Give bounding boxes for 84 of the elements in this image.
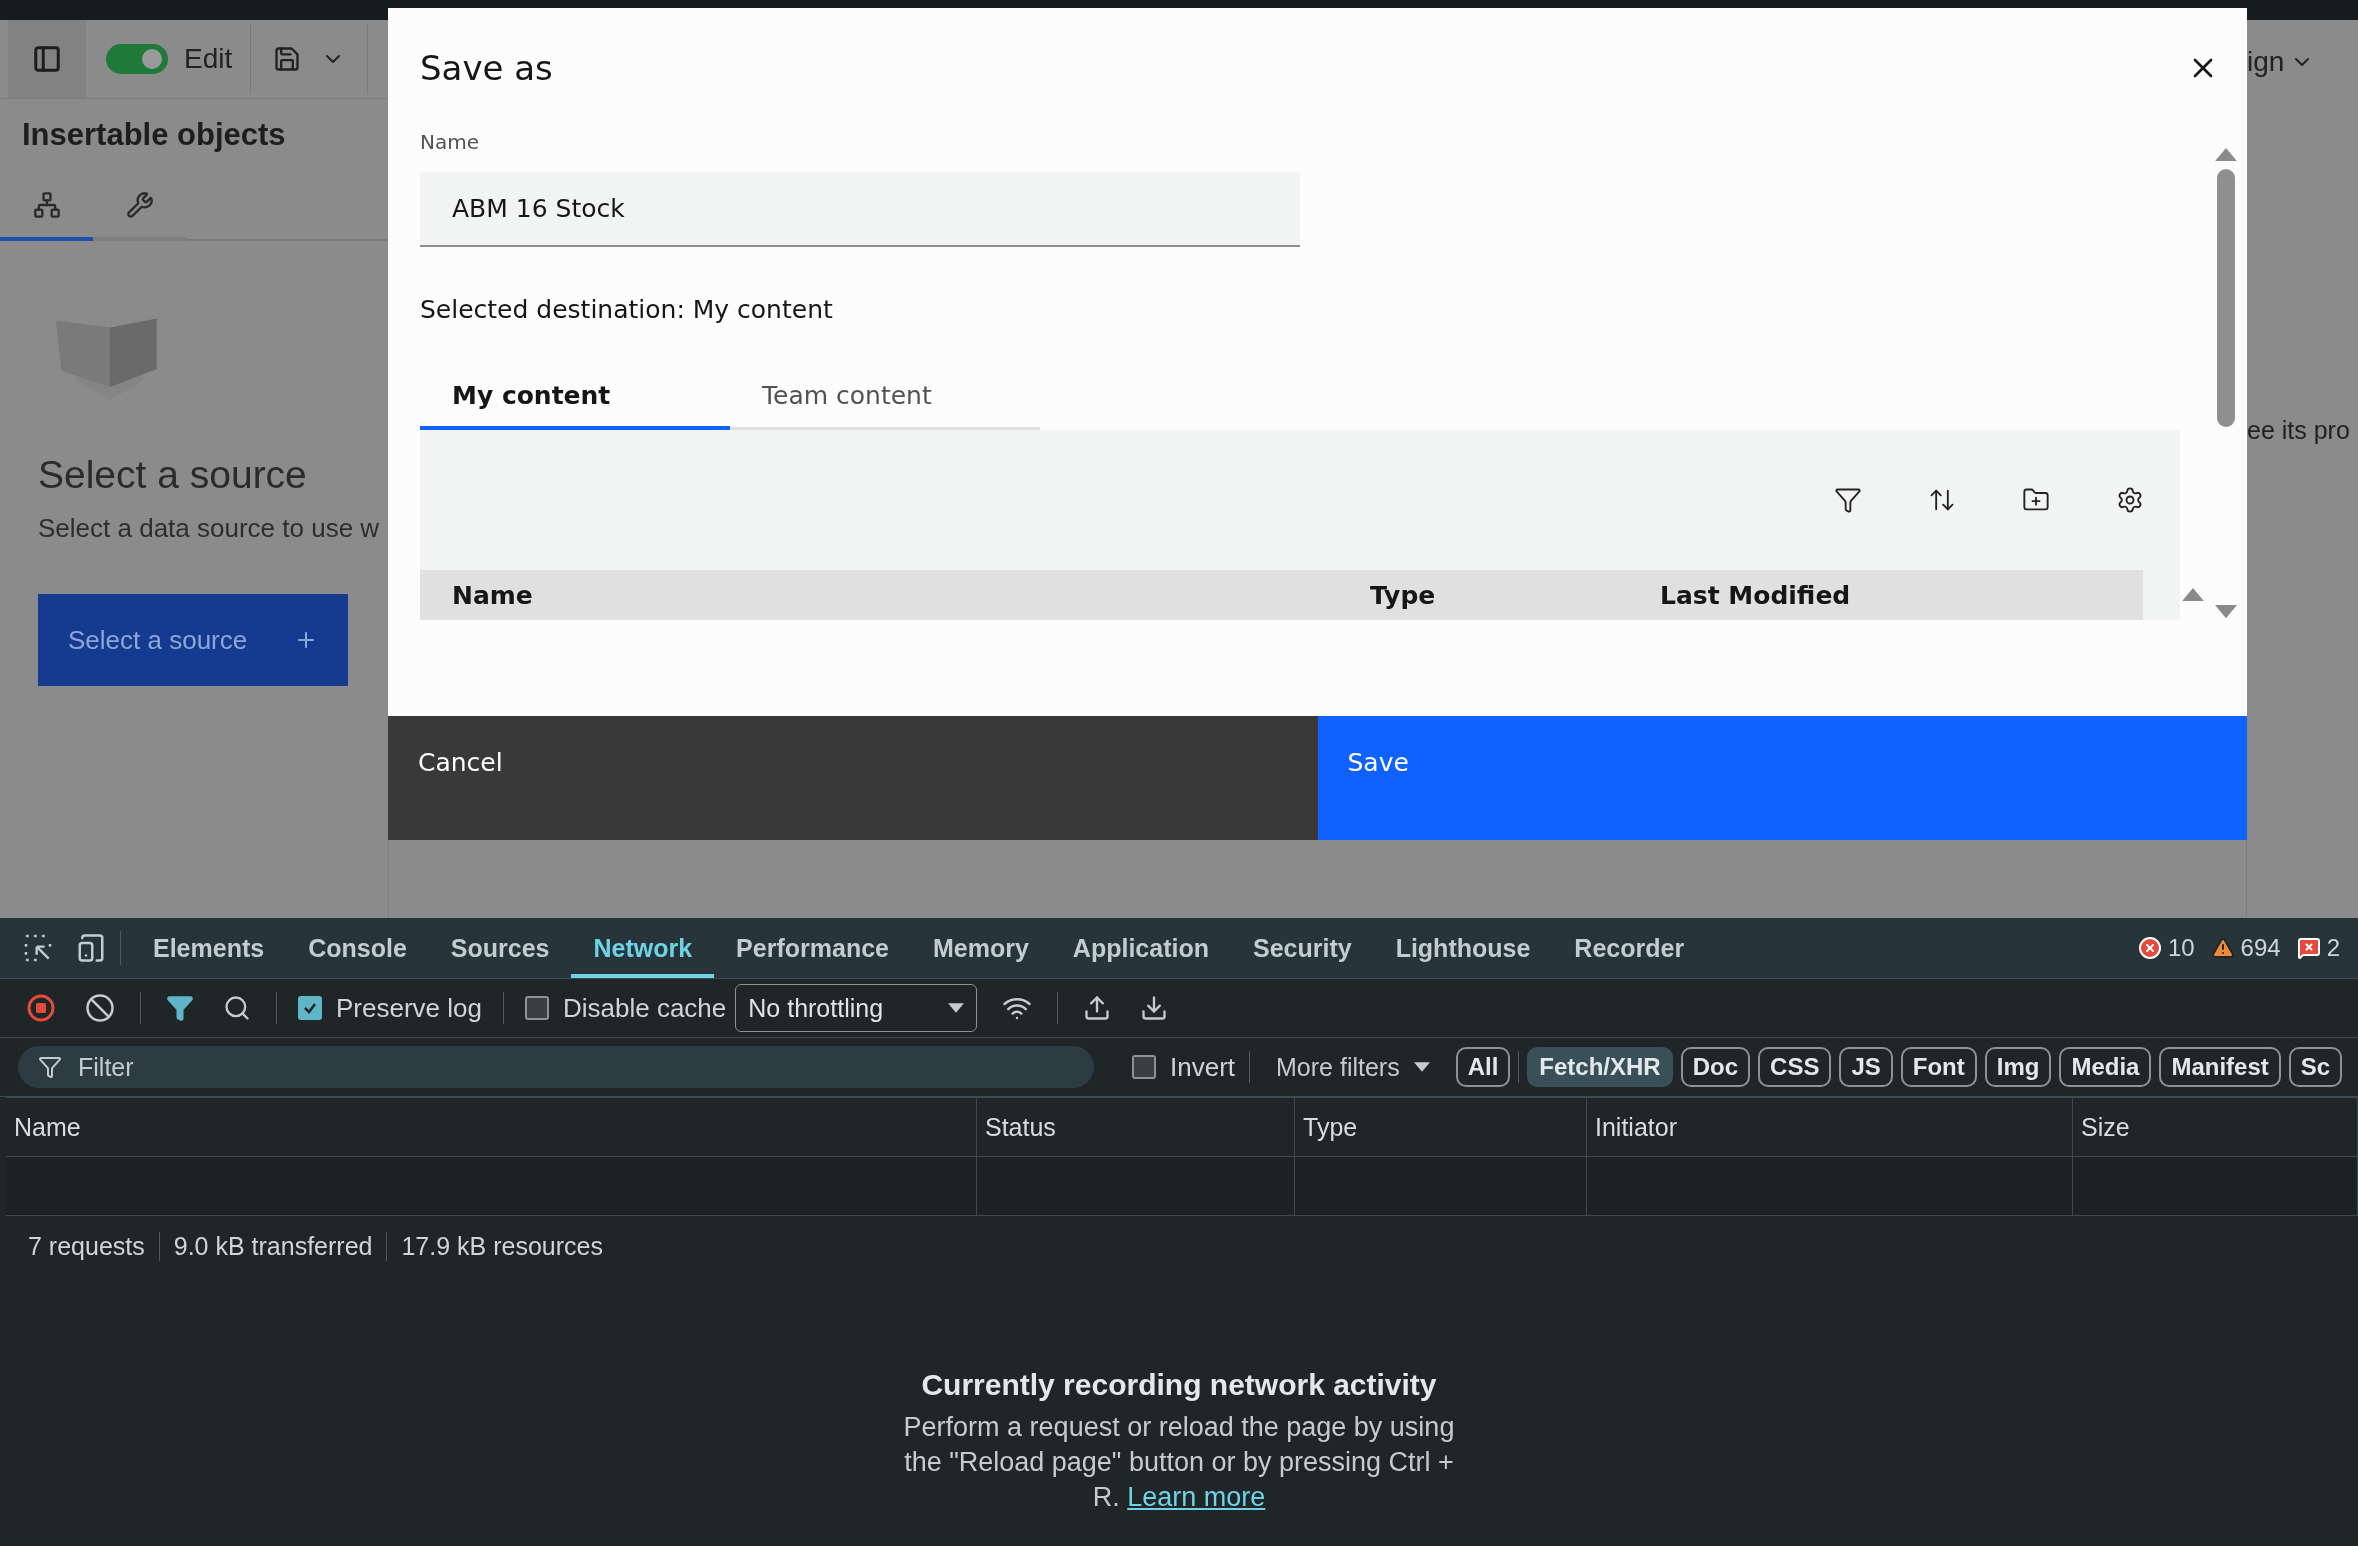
menu-button[interactable]: ign [2247,46,2358,78]
type-filter-chip[interactable]: Manifest [2159,1047,2281,1087]
summary-text: 7 requests [28,1231,146,1261]
filter-icon [1834,486,1862,514]
column-header[interactable]: Name [420,580,1370,610]
clear-icon [85,993,115,1023]
checkbox[interactable] [298,996,322,1020]
devtools-tab[interactable]: Lighthouse [1373,918,1553,978]
scrollbar-thumb[interactable] [2217,169,2236,428]
devtools-tab[interactable]: Security [1230,918,1374,978]
edit-label: Edit [184,43,233,75]
search-icon [223,994,251,1022]
stop-recording-icon [26,993,56,1023]
type-filter-chip[interactable]: All [1455,1047,1511,1087]
issue-icon [2296,936,2321,960]
upload-icon [1083,994,1112,1022]
warning-icon [2210,936,2235,960]
checkbox-label[interactable]: Preserve log [298,992,482,1024]
issue-count: 2 [2326,934,2340,962]
download-icon [1140,994,1169,1022]
wrench-icon [125,191,154,219]
summary-text: 9.0 kB transferred [158,1231,387,1261]
throttling-select[interactable]: No throttling [735,984,978,1032]
column-header[interactable]: Size [2073,1097,2358,1157]
settings-icon [2116,486,2144,514]
column-header[interactable]: Last Modified [1660,580,2143,610]
type-filter-chip[interactable]: Img [1984,1047,2052,1087]
device-icon [76,933,106,963]
cancel-button[interactable]: Cancel [388,716,1318,840]
type-filter-chip[interactable]: Fetch/XHR [1527,1047,1673,1087]
type-filter-chip[interactable]: CSS [1758,1047,1832,1087]
column-header[interactable]: Initiator [1587,1097,2073,1157]
error-icon [2137,936,2162,960]
devtools-tab[interactable]: Performance [714,918,911,978]
empty-state-title: Select a source [38,453,308,497]
filter-icon [38,1055,62,1079]
type-filter-chip[interactable]: Doc [1680,1047,1751,1087]
learn-more-link[interactable]: Learn more [1127,1482,1266,1512]
checkbox[interactable] [1132,1055,1156,1079]
empty-title: Currently recording network activity [921,1368,1437,1402]
error-count: 10 [2167,934,2195,962]
sidebar-icon [32,44,62,74]
devtools-tab[interactable]: Memory [910,918,1051,978]
warning-count: 694 [2240,934,2281,962]
column-header[interactable]: Type [1295,1097,1587,1157]
caret-icon [1413,1062,1430,1072]
type-filter-chip[interactable]: Font [1900,1047,1977,1087]
column-header[interactable]: Name [6,1097,977,1157]
save-button[interactable]: Save [1317,716,2247,840]
destination-text: Selected destination: My content [420,295,834,324]
devtools-tab[interactable]: Sources [428,918,572,978]
empty-text: Perform a request or reload the page by using the "Reload page" button or by pressing Ctrl + R. Learn more [902,1411,1456,1514]
type-filter-chip[interactable]: Sc [2288,1047,2343,1087]
checkbox-label[interactable]: Invert [1132,1051,1236,1083]
select-source-button[interactable]: Select a source [38,594,348,686]
devtools-tab[interactable]: Console [286,918,429,978]
inspect-icon [22,932,54,964]
devtools-tab[interactable]: Recorder [1552,918,1707,978]
filter-field[interactable]: Filter [18,1046,1094,1088]
edit-toggle[interactable] [106,44,168,74]
filter-icon [166,994,194,1022]
devtools-tab[interactable]: Elements [131,918,287,978]
type-filter-chip[interactable]: Media [2059,1047,2152,1087]
panel-title: Insertable objects [22,117,287,153]
scroll-up-icon[interactable] [2181,588,2204,602]
checkbox-label[interactable]: Disable cache [524,992,727,1024]
scroll-up-icon[interactable] [2215,148,2238,162]
devtools-tab[interactable]: Network [571,918,715,978]
name-field[interactable]: ABM 16 Stock [420,172,1300,247]
devtools-tab[interactable]: Application [1050,918,1231,978]
type-filter-chip[interactable]: JS [1839,1047,1893,1087]
summary-text: 17.9 kB resources [386,1231,617,1261]
caret-icon [948,1003,965,1013]
dialog-title: Save as [420,48,553,88]
scroll-down-icon[interactable] [2215,605,2238,619]
body-text: ee its pro [2247,416,2351,445]
column-header[interactable]: Type [1370,580,1660,610]
field-label: Name [420,130,480,154]
checkbox[interactable] [524,996,549,1020]
empty-state-text: Select a data source to use w [38,513,381,544]
panel-toggle-button[interactable] [8,20,86,98]
more-filters-button[interactable]: More filters [1264,1052,1442,1082]
column-header[interactable]: Status [977,1097,1295,1157]
tree-icon [32,191,61,219]
